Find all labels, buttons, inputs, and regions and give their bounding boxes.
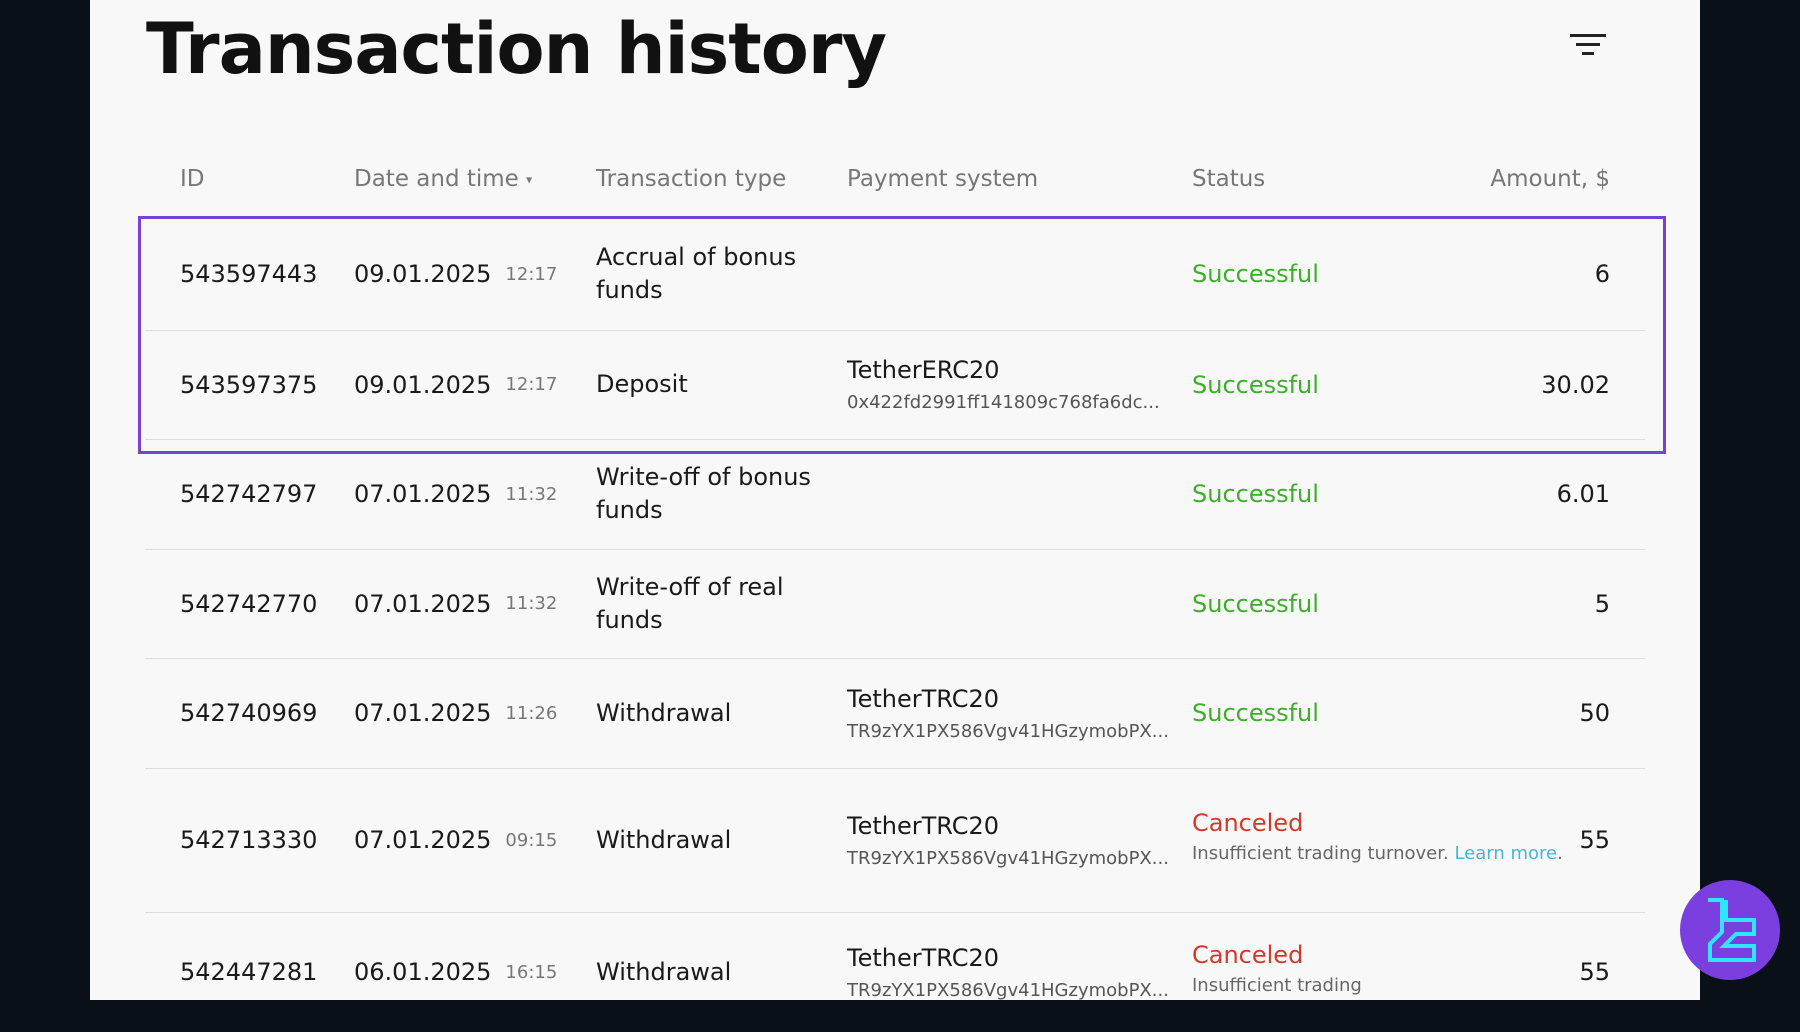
date: 07.01.2025	[354, 589, 492, 618]
status-cell: Successful	[1192, 549, 1319, 658]
payment-system: TetherTRC20	[847, 943, 1000, 972]
date-time: 07.01.2025 11:26	[354, 658, 557, 768]
payment-system: TetherTRC20	[847, 811, 1000, 840]
status-cell: Successful	[1192, 439, 1319, 549]
column-header-date-label: Date and time	[354, 166, 519, 192]
amount: 55	[1579, 958, 1610, 986]
page-title: Transaction history	[146, 8, 887, 90]
table-row[interactable]: 542742797 07.01.2025 11:32 Write-off of b…	[145, 439, 1645, 550]
column-header-payment: Payment system	[847, 166, 1039, 192]
wallet-address: TR9zYX1PX586Vgv41HGzymobPX...	[847, 720, 1169, 742]
transaction-type-label: Withdrawal	[596, 825, 732, 854]
status-badge: Successful	[1192, 480, 1319, 508]
amount: 50	[1579, 699, 1610, 727]
highlight-box	[138, 216, 1666, 454]
date-time: 07.01.2025 11:32	[354, 549, 557, 658]
transaction-type-label: Write-off of bonus funds	[596, 463, 811, 524]
status-note: Insufficient trading	[1192, 975, 1362, 996]
column-header-type: Transaction type	[596, 166, 787, 192]
status-badge: Successful	[1192, 699, 1319, 727]
date: 06.01.2025	[354, 958, 492, 986]
transaction-type: Withdrawal	[596, 658, 816, 768]
time: 11:32	[505, 593, 558, 614]
column-header-status: Status	[1192, 166, 1266, 192]
time: 11:26	[505, 702, 558, 724]
wallet-address: TR9zYX1PX586Vgv41HGzymobPX...	[847, 979, 1169, 1001]
column-header-date[interactable]: Date and time ▾	[354, 166, 532, 192]
payment-cell: TetherTRC20 TR9zYX1PX586Vgv41HGzymobPX...	[847, 658, 1169, 768]
amount: 5	[1594, 589, 1610, 618]
wallet-address: TR9zYX1PX586Vgv41HGzymobPX...	[847, 847, 1169, 869]
transaction-type-label: Withdrawal	[596, 957, 732, 986]
transaction-type: Write-off of real funds	[596, 549, 816, 658]
table-row[interactable]: 542742770 07.01.2025 11:32 Write-off of r…	[145, 549, 1645, 659]
transaction-type-label: Write-off of real funds	[596, 572, 784, 634]
time: 16:15	[505, 961, 558, 983]
date: 07.01.2025	[354, 480, 492, 508]
status-note: Insufficient trading turnover. Learn mor…	[1192, 843, 1563, 864]
table-row[interactable]: 542713330 07.01.2025 09:15 Withdrawal Tet…	[145, 768, 1645, 913]
amount: 6.01	[1556, 480, 1610, 508]
time: 09:15	[505, 829, 558, 851]
transaction-id: 542742797	[180, 480, 318, 508]
filter-icon[interactable]	[1570, 34, 1606, 60]
date-time: 07.01.2025 11:32	[354, 439, 557, 549]
transaction-id: 542740969	[180, 699, 318, 727]
transaction-type: Withdrawal	[596, 912, 816, 1032]
column-header-amount: Amount, $	[1490, 166, 1610, 192]
sort-caret-icon: ▾	[526, 172, 533, 187]
logo-icon	[1708, 898, 1756, 962]
status-badge: Successful	[1192, 589, 1319, 618]
learn-more-link[interactable]: Learn more	[1454, 843, 1557, 864]
date-time: 07.01.2025 09:15	[354, 768, 557, 912]
transaction-id: 542447281	[180, 958, 318, 986]
date: 07.01.2025	[354, 699, 492, 727]
payment-cell: TetherTRC20 TR9zYX1PX586Vgv41HGzymobPX...	[847, 768, 1169, 912]
status-badge: Canceled	[1192, 809, 1304, 837]
status-cell: Canceled Insufficient trading turnover. L…	[1192, 768, 1563, 912]
table-row[interactable]: 542740969 07.01.2025 11:26 Withdrawal Tet…	[145, 658, 1645, 769]
status-cell: Successful	[1192, 658, 1319, 768]
transaction-type: Write-off of bonus funds	[596, 439, 816, 549]
payment-system: TetherTRC20	[847, 684, 1000, 713]
transaction-type: Withdrawal	[596, 768, 816, 912]
status-cell: Canceled Insufficient trading	[1192, 912, 1362, 1032]
date: 07.01.2025	[354, 826, 492, 854]
transaction-panel: Transaction history ID Date and time ▾ T…	[90, 0, 1700, 1001]
transaction-id: 542742770	[180, 589, 318, 618]
transaction-type-label: Withdrawal	[596, 698, 732, 727]
table-row[interactable]: 542447281 06.01.2025 16:15 Withdrawal Tet…	[145, 912, 1645, 1032]
time: 11:32	[505, 483, 558, 505]
status-badge: Canceled	[1192, 941, 1304, 969]
transaction-id: 542713330	[180, 826, 318, 854]
date-time: 06.01.2025 16:15	[354, 912, 557, 1032]
payment-cell: TetherTRC20 TR9zYX1PX586Vgv41HGzymobPX...	[847, 912, 1169, 1032]
column-header-id: ID	[180, 166, 205, 192]
amount: 55	[1579, 826, 1610, 854]
brand-logo	[1680, 880, 1780, 980]
